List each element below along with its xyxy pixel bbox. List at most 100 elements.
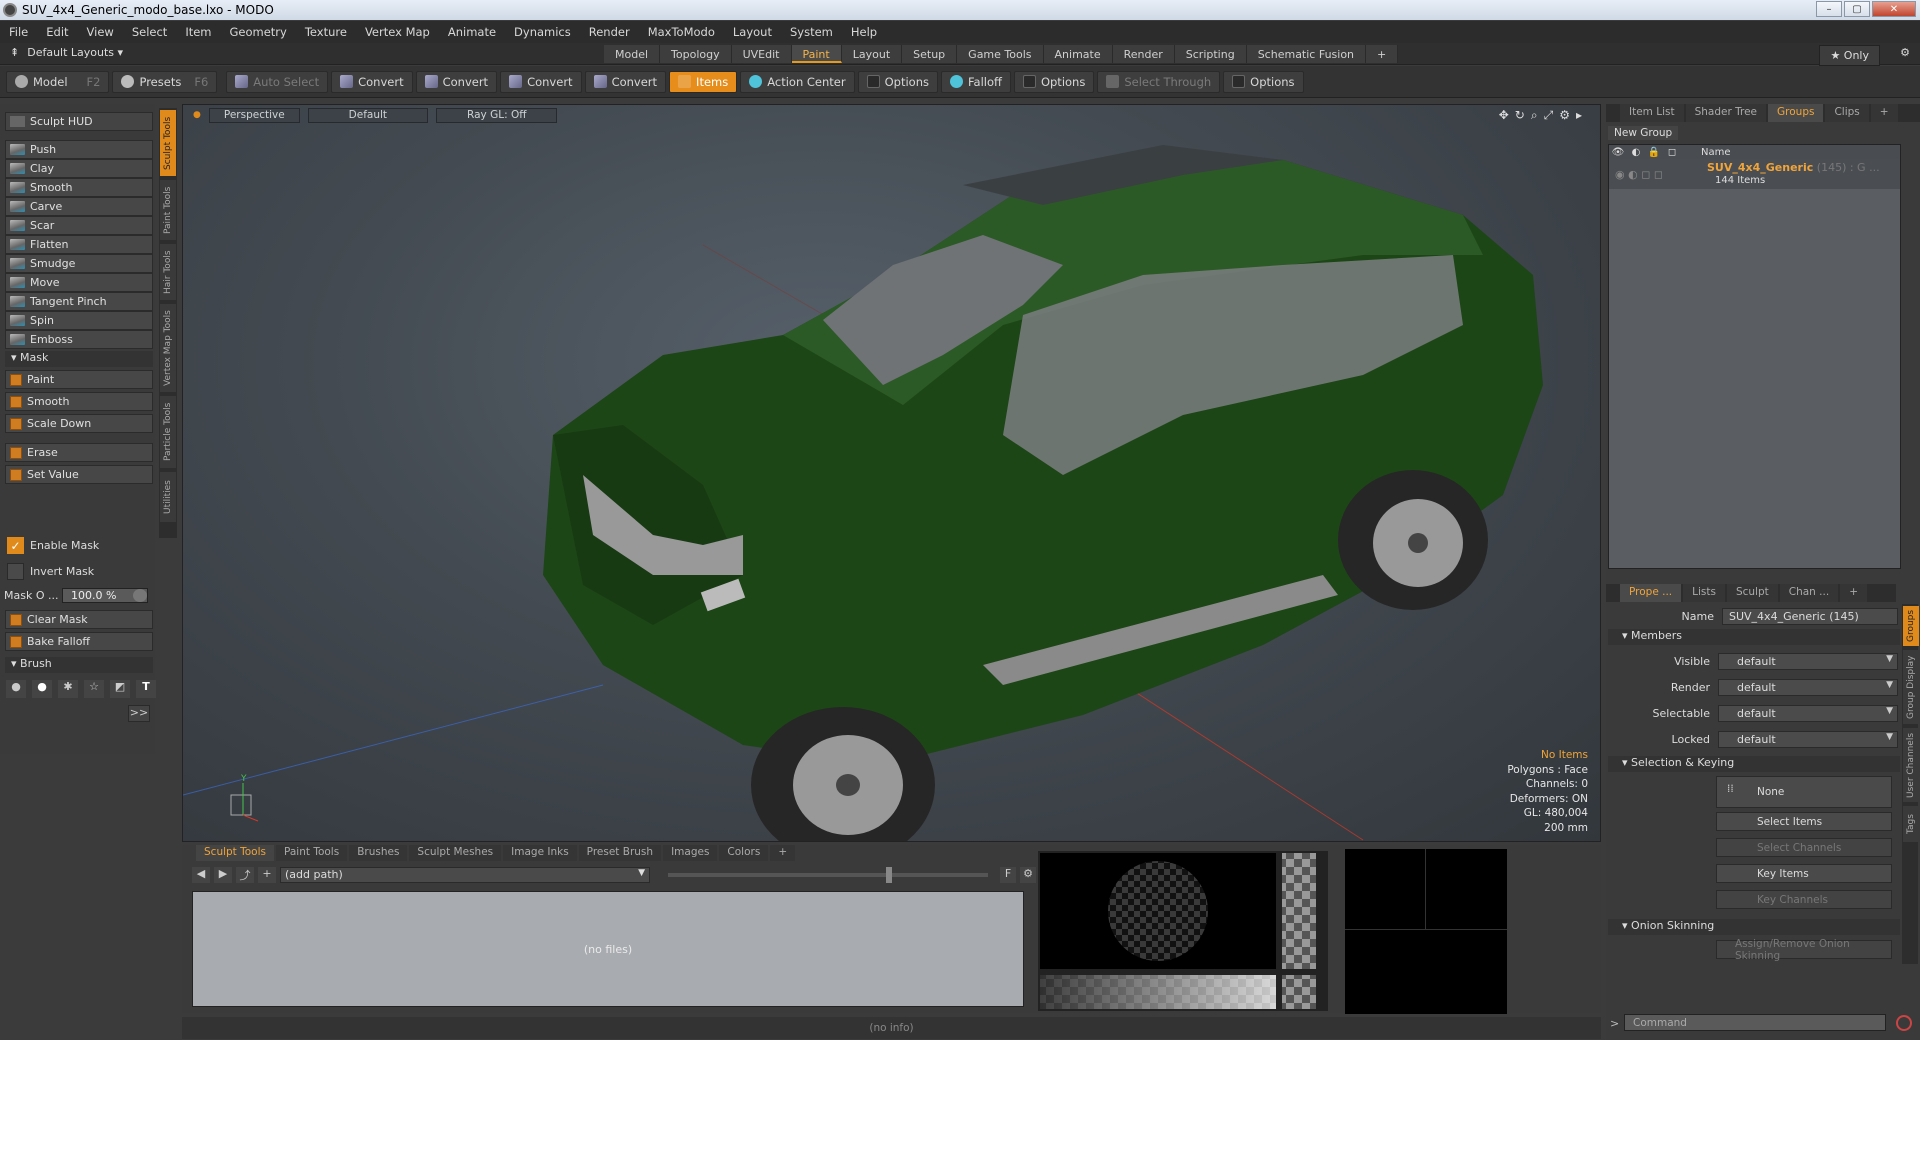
falloff-button[interactable]: Falloff: [940, 70, 1011, 93]
add-bottom-tab-button[interactable]: +: [770, 845, 796, 861]
menu-maxtomodo[interactable]: MaxToModo: [639, 25, 724, 39]
viewport-settings-icon[interactable]: ⚙: [1559, 108, 1570, 123]
tool-push[interactable]: Push: [5, 140, 153, 159]
procedural-brush-icon[interactable]: ◩: [110, 680, 130, 698]
raygl-dropdown[interactable]: Ray GL: Off: [436, 107, 558, 123]
vtab-tags[interactable]: Tags: [1903, 806, 1919, 842]
menu-file[interactable]: File: [0, 25, 37, 39]
new-group-button[interactable]: New Group: [1608, 126, 1679, 140]
hard-brush-icon[interactable]: ●: [32, 680, 52, 698]
files-browser[interactable]: (no files): [192, 891, 1024, 1007]
mask-opacity-field[interactable]: 100.0 %: [62, 588, 148, 603]
select-icon[interactable]: ◻: [1663, 147, 1681, 158]
model-button[interactable]: Model F2: [6, 70, 110, 93]
presets-button[interactable]: Presets F6: [112, 70, 218, 93]
items-button[interactable]: Items: [669, 70, 738, 93]
vtab-user-channels[interactable]: User Channels: [1903, 728, 1919, 802]
tool-move[interactable]: Move: [5, 273, 153, 292]
splat-brush-icon[interactable]: ✱: [58, 680, 78, 698]
add-path-icon[interactable]: +: [258, 867, 276, 883]
menu-help[interactable]: Help: [842, 25, 886, 39]
render-icon[interactable]: ◐: [1627, 147, 1645, 158]
tool-spin[interactable]: Spin: [5, 311, 153, 330]
tab-setup[interactable]: Setup: [902, 45, 958, 63]
layout-up-icon[interactable]: ⇞: [10, 46, 19, 59]
auto-select-button[interactable]: Auto Select: [226, 70, 329, 93]
tool-smooth[interactable]: Smooth: [5, 178, 153, 197]
tab-layout[interactable]: Layout: [841, 45, 903, 63]
visibility-icon[interactable]: 👁: [1609, 147, 1627, 158]
tab-model[interactable]: Model: [604, 45, 661, 63]
viewport-menu-icon[interactable]: ●: [193, 110, 201, 120]
select-through-button[interactable]: Select Through: [1097, 70, 1221, 93]
tab-paint-tools[interactable]: Paint Tools: [276, 845, 348, 861]
vtab-utilities[interactable]: Utilities: [160, 472, 176, 522]
slider-knob-icon[interactable]: [133, 589, 147, 602]
menu-animate[interactable]: Animate: [439, 25, 505, 39]
tab-image-inks[interactable]: Image Inks: [503, 845, 577, 861]
convert-materials-button[interactable]: Convert: [584, 70, 667, 93]
menu-dynamics[interactable]: Dynamics: [505, 25, 580, 39]
action-options-button[interactable]: Options: [857, 70, 938, 93]
tool-smudge[interactable]: Smudge: [5, 254, 153, 273]
tool-clay[interactable]: Clay: [5, 159, 153, 178]
tab-sculpt-tools[interactable]: Sculpt Tools: [196, 845, 274, 861]
tool-tangent-pinch[interactable]: Tangent Pinch: [5, 292, 153, 311]
tab-shader-tree[interactable]: Shader Tree: [1685, 104, 1767, 122]
vtab-hair-tools[interactable]: Hair Tools: [160, 244, 176, 300]
name-column-header[interactable]: Name: [1701, 147, 1731, 158]
soft-brush-icon[interactable]: ●: [6, 680, 26, 698]
command-input[interactable]: Command: [1624, 1014, 1886, 1031]
bake-falloff-button[interactable]: Bake Falloff: [5, 632, 153, 651]
mask-erase-tool[interactable]: Erase: [5, 443, 153, 462]
select-options-button[interactable]: Options: [1223, 70, 1304, 93]
onion-skinning-section-header[interactable]: ▾ Onion Skinning: [1608, 919, 1900, 935]
tab-game-tools[interactable]: Game Tools: [957, 45, 1044, 63]
record-icon[interactable]: [1896, 1015, 1912, 1031]
only-button[interactable]: ★ Only: [1819, 45, 1880, 66]
tab-channels[interactable]: Chan ...: [1779, 584, 1839, 602]
text-brush-icon[interactable]: T: [136, 680, 156, 698]
menu-select[interactable]: Select: [123, 25, 176, 39]
maximize-viewport-icon[interactable]: ⤢: [1544, 108, 1554, 123]
selection-keying-section-header[interactable]: ▾ Selection & Keying: [1608, 756, 1900, 772]
rotate-icon[interactable]: ↻: [1515, 108, 1525, 123]
visible-dropdown[interactable]: default ▼: [1718, 652, 1898, 670]
tab-groups[interactable]: Groups: [1768, 104, 1824, 122]
menu-geometry[interactable]: Geometry: [221, 25, 296, 39]
mask-paint-tool[interactable]: Paint: [5, 370, 153, 389]
menu-view[interactable]: View: [78, 25, 123, 39]
tool-emboss[interactable]: Emboss: [5, 330, 153, 349]
tab-animate[interactable]: Animate: [1043, 45, 1113, 63]
menu-render[interactable]: Render: [580, 25, 639, 39]
tab-images[interactable]: Images: [663, 845, 718, 861]
thumbnail-size-slider[interactable]: [668, 867, 988, 883]
vtab-vertex-map-tools[interactable]: Vertex Map Tools: [160, 304, 176, 392]
menu-layout[interactable]: Layout: [724, 25, 781, 39]
viewport-arrow-icon[interactable]: ▸: [1576, 108, 1582, 123]
gear-icon[interactable]: ⚙: [1900, 46, 1910, 59]
brush-section-header[interactable]: ▾ Brush: [5, 657, 153, 673]
tab-sculpt-meshes[interactable]: Sculpt Meshes: [409, 845, 502, 861]
up-folder-icon[interactable]: ⤴: [236, 867, 254, 883]
add-tab-button[interactable]: +: [1366, 45, 1399, 63]
tool-carve[interactable]: Carve: [5, 197, 153, 216]
members-section-header[interactable]: ▾ Members: [1608, 629, 1900, 645]
falloff-options-button[interactable]: Options: [1013, 70, 1095, 93]
minimize-button[interactable]: –: [1816, 1, 1842, 17]
pan-icon[interactable]: ✥: [1499, 108, 1509, 123]
group-row[interactable]: ◉ ◐ ◻ ◻ SUV_4x4_Generic (145) : G ... 14…: [1609, 159, 1900, 189]
layouts-dropdown[interactable]: Default Layouts ▾: [27, 46, 123, 59]
group-row-toggles[interactable]: ◉ ◐ ◻ ◻: [1609, 168, 1707, 181]
tab-uvedit[interactable]: UVEdit: [731, 45, 792, 63]
vtab-paint-tools[interactable]: Paint Tools: [160, 180, 176, 240]
menu-item[interactable]: Item: [176, 25, 220, 39]
enable-mask-checkbox[interactable]: ✓ Enable Mask: [7, 537, 99, 554]
back-icon[interactable]: ◀: [192, 867, 210, 883]
lock-icon[interactable]: 🔒: [1645, 147, 1663, 158]
assign-onion-skinning-button[interactable]: Assign/Remove Onion Skinning: [1716, 938, 1892, 962]
settings-icon[interactable]: ⚙: [1020, 867, 1036, 883]
key-channels-button[interactable]: Key Channels: [1716, 890, 1892, 909]
sculpt-hud-button[interactable]: Sculpt HUD: [5, 112, 153, 131]
render-dropdown[interactable]: default ▼: [1718, 678, 1898, 696]
